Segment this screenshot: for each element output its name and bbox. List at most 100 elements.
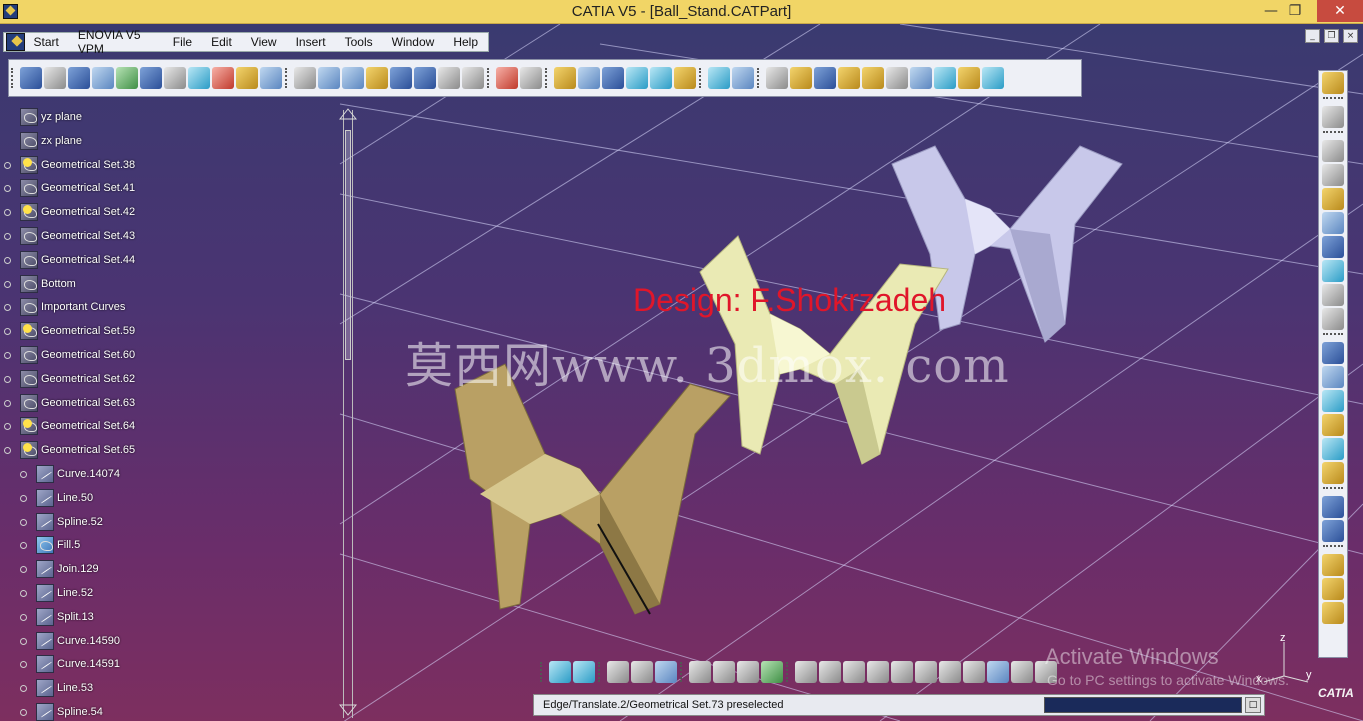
boundary-icon[interactable] <box>766 67 788 89</box>
restore-button[interactable]: ❐ <box>1272 0 1318 22</box>
offset-surface-icon[interactable] <box>1322 438 1344 460</box>
menu-enovia[interactable]: ENOVIA V5 VPM <box>69 28 164 56</box>
draft-icon[interactable] <box>958 67 980 89</box>
tree-node[interactable]: Line.53 <box>36 678 93 698</box>
tree-node[interactable]: Geometrical Set.38 <box>20 155 135 175</box>
toolbar-grip[interactable] <box>757 68 763 88</box>
line-icon[interactable] <box>1322 164 1344 186</box>
tree-node[interactable]: Spline.52 <box>36 512 103 532</box>
tree-view-icon[interactable] <box>713 661 735 683</box>
comment-icon[interactable] <box>631 661 653 683</box>
tree-node[interactable]: Geometrical Set.65 <box>20 440 135 460</box>
parallel-curve-icon[interactable] <box>414 67 436 89</box>
formula-icon[interactable] <box>607 661 629 683</box>
scatter-icon[interactable] <box>462 67 484 89</box>
tree-expander-icon[interactable] <box>20 590 27 597</box>
tree-expander-icon[interactable] <box>4 161 11 169</box>
menu-view[interactable]: View <box>242 35 287 49</box>
surface-icon[interactable] <box>1322 342 1344 364</box>
tree-expander-icon[interactable] <box>4 304 11 312</box>
scaling-icon[interactable] <box>674 67 696 89</box>
extract-icon[interactable] <box>790 67 812 89</box>
zoom-in-icon[interactable] <box>891 661 913 683</box>
pan-icon[interactable] <box>843 661 865 683</box>
toolbar-grip[interactable] <box>1323 545 1343 551</box>
zoom-out-icon[interactable] <box>915 661 937 683</box>
blend-icon[interactable] <box>164 67 186 89</box>
tree-node[interactable]: Geometrical Set.41 <box>20 178 135 198</box>
analysis-icon[interactable] <box>732 67 754 89</box>
lock-icon[interactable] <box>737 661 759 683</box>
tree-expander-icon[interactable] <box>20 661 27 669</box>
menu-file[interactable]: File <box>164 35 202 49</box>
combine-icon[interactable] <box>1322 236 1344 258</box>
toolbar-grip[interactable] <box>11 68 17 88</box>
tree-node[interactable]: Geometrical Set.62 <box>20 369 135 389</box>
command-button[interactable]: □ <box>1245 697 1261 713</box>
doc-close-button[interactable]: × <box>1343 29 1358 43</box>
tree-node[interactable]: Curve.14590 <box>36 631 120 651</box>
tree-expander-icon[interactable] <box>4 209 11 217</box>
tree-expander-icon[interactable] <box>20 542 27 550</box>
scroll-up-icon[interactable] <box>339 108 357 120</box>
spline-icon[interactable] <box>342 67 364 89</box>
select-icon[interactable] <box>496 67 518 89</box>
menu-start[interactable]: Start <box>25 35 69 49</box>
fillet-icon[interactable] <box>554 67 576 89</box>
toolbar-grip[interactable] <box>285 68 291 88</box>
repetition-icon[interactable] <box>1322 496 1344 518</box>
tree-node[interactable]: Geometrical Set.59 <box>20 321 135 341</box>
water-drop-icon[interactable] <box>655 661 677 683</box>
tree-expander-icon[interactable] <box>4 328 11 336</box>
menu-insert[interactable]: Insert <box>287 35 336 49</box>
toolbar-grip[interactable] <box>1323 487 1343 493</box>
tree-expander-icon[interactable] <box>20 471 27 478</box>
split-icon[interactable] <box>236 67 258 89</box>
disassemble-icon[interactable] <box>862 67 884 89</box>
intersection-icon[interactable] <box>366 67 388 89</box>
menu-edit[interactable]: Edit <box>202 35 242 49</box>
untrim-icon[interactable] <box>838 67 860 89</box>
trim-icon[interactable] <box>260 67 282 89</box>
toolbar-grip[interactable] <box>1323 97 1343 103</box>
axis-compass[interactable]: z x y <box>1256 632 1316 684</box>
rotate-view-icon[interactable] <box>867 661 889 683</box>
tree-node[interactable]: Curve.14074 <box>36 464 120 484</box>
tree-node[interactable]: Fill.5 <box>36 535 80 555</box>
toolbar-grip[interactable] <box>598 662 604 682</box>
thickness-icon[interactable] <box>910 67 932 89</box>
normal-view-icon[interactable] <box>939 661 961 683</box>
undo-icon[interactable] <box>549 661 571 683</box>
circle-icon[interactable] <box>1322 284 1344 306</box>
tree-expander-icon[interactable] <box>4 233 11 240</box>
tree-expander-icon[interactable] <box>4 352 11 359</box>
shape-design-icon[interactable] <box>20 67 42 89</box>
stand-part-near[interactable] <box>454 363 731 615</box>
fly-mode-icon[interactable] <box>795 661 817 683</box>
revolve-icon[interactable] <box>68 67 90 89</box>
plane-icon[interactable] <box>1322 188 1344 210</box>
catalog-icon[interactable] <box>1322 578 1344 600</box>
tree-node[interactable]: Line.50 <box>36 488 93 508</box>
tree-node[interactable]: Important Curves <box>20 297 125 317</box>
symmetry-icon[interactable] <box>650 67 672 89</box>
tree-node[interactable]: Geometrical Set.42 <box>20 202 135 222</box>
edge-fillet-icon[interactable] <box>578 67 600 89</box>
translate-icon[interactable] <box>602 67 624 89</box>
tree-node[interactable]: Split.13 <box>36 607 94 627</box>
measure-icon[interactable] <box>761 661 783 683</box>
tree-expander-icon[interactable] <box>4 399 11 407</box>
tree-node[interactable]: Geometrical Set.63 <box>20 393 135 413</box>
shell-icon[interactable] <box>982 67 1004 89</box>
doc-minimize-button[interactable]: _ <box>1305 29 1320 43</box>
join-icon[interactable] <box>212 67 234 89</box>
toolbar-grip[interactable] <box>1323 333 1343 339</box>
table-view-icon[interactable] <box>689 661 711 683</box>
fill-icon[interactable] <box>116 67 138 89</box>
tree-node[interactable]: Geometrical Set.64 <box>20 416 135 436</box>
tree-expander-icon[interactable] <box>4 447 11 455</box>
spiral-icon[interactable] <box>1322 308 1344 330</box>
tree-node[interactable]: zx plane <box>20 131 82 151</box>
scroll-thumb[interactable] <box>345 130 351 360</box>
close-surface-icon[interactable] <box>934 67 956 89</box>
